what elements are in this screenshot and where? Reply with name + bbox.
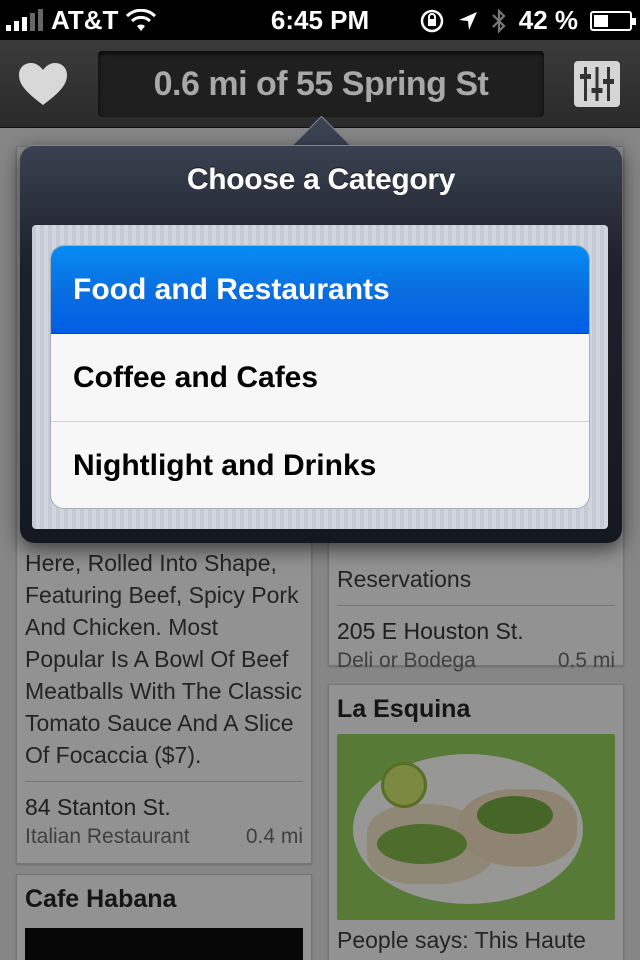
battery-icon	[590, 10, 636, 31]
favorites-button[interactable]	[8, 50, 78, 118]
status-bar: AT&T 6:45 PM 42 %	[0, 0, 640, 40]
location-arrow-icon	[458, 11, 477, 30]
location-selector[interactable]: 0.6 mi of 55 Spring St	[98, 51, 544, 117]
popover-arrow	[286, 113, 356, 149]
category-nightlight-and-drinks[interactable]: Nightlight and Drinks	[51, 422, 589, 508]
heart-icon	[19, 63, 67, 105]
category-food-and-restaurants[interactable]: Food and Restaurants	[51, 246, 589, 334]
battery-percent: 42 %	[518, 5, 578, 35]
category-list: Food and Restaurants Coffee and Cafes Ni…	[50, 245, 590, 509]
category-coffee-and-cafes[interactable]: Coffee and Cafes	[51, 334, 589, 422]
bluetooth-icon	[491, 7, 506, 34]
sliders-icon	[574, 61, 620, 107]
filter-button[interactable]	[562, 50, 632, 118]
popover-title: Choose a Category	[186, 163, 456, 196]
popover-content: Food and Restaurants Coffee and Cafes Ni…	[32, 225, 608, 529]
rotation-lock-icon	[420, 9, 443, 32]
status-right: 42 %	[419, 5, 636, 36]
category-popover: Choose a Category Food and Restaurants C…	[20, 145, 622, 543]
